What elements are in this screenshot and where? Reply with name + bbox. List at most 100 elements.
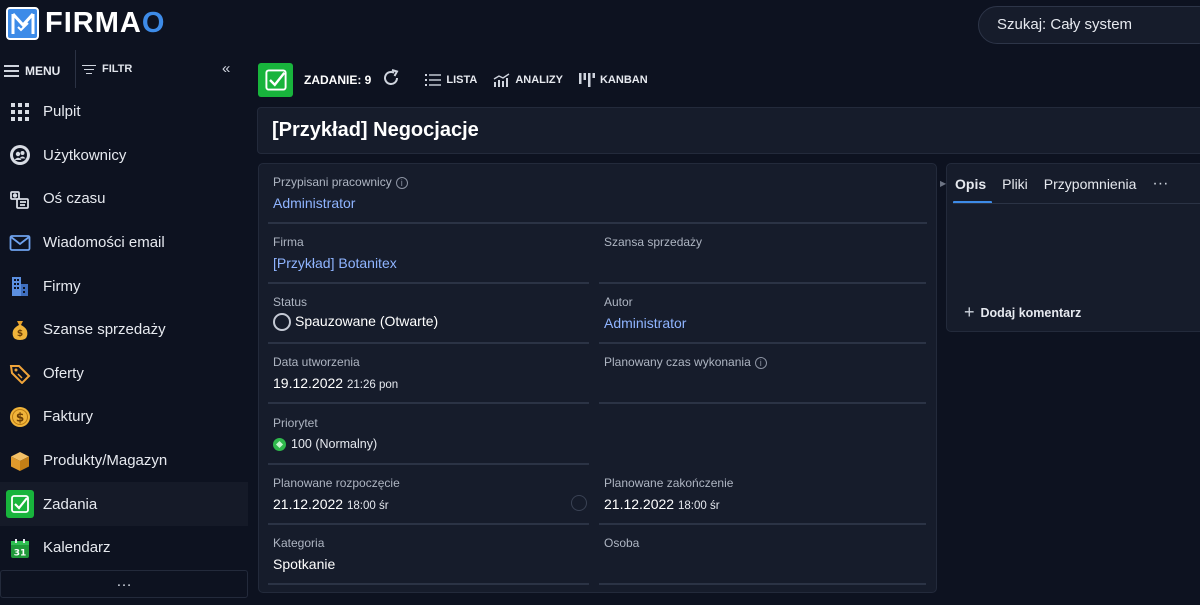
sidebar-item-label: Pulpit <box>43 103 81 121</box>
analytics-button[interactable]: ANALIZY <box>493 73 563 87</box>
created-date-field: Data utworzenia 19.12.2022 21:26 pon <box>268 344 589 404</box>
hamburger-icon <box>4 62 19 80</box>
task-number-title: ZADANIE: 9 <box>304 73 372 87</box>
field-underline <box>599 583 926 585</box>
sidebar-item-uzytkownicy[interactable]: Użytkownicy <box>0 134 248 178</box>
sidebar-item-oferty[interactable]: Oferty <box>0 352 248 396</box>
tab-przypomnienia[interactable]: Przypomnienia <box>1042 164 1139 204</box>
sidebar-item-szanse-sprzedazy[interactable]: $ Szanse sprzedaży <box>0 308 248 352</box>
search-input[interactable]: Szukaj: Cały system <box>978 6 1200 44</box>
users-icon <box>8 143 32 167</box>
planned-end-field[interactable]: Planowane zakończenie 21.12.2022 18:00 ś… <box>599 465 926 525</box>
menu-button[interactable]: MENU <box>4 62 60 80</box>
kanban-button[interactable]: KANBAN <box>578 73 648 87</box>
checkbox-icon <box>6 490 34 519</box>
status-value[interactable]: Spauzowane (Otwarte) <box>273 313 438 332</box>
filter-icon <box>82 62 96 77</box>
tab-pliki[interactable]: Pliki <box>1000 164 1030 204</box>
dashboard-grid-icon <box>8 100 32 124</box>
alarm-clock-icon[interactable] <box>571 495 587 511</box>
money-bag-icon: $ <box>8 318 32 342</box>
top-bar: FIRMAO Szukaj: Cały system <box>0 0 1200 48</box>
category-value[interactable]: Spotkanie <box>273 556 335 572</box>
logo-mark-icon <box>6 7 39 40</box>
planned-start-value[interactable]: 21.12.2022 18:00 śr <box>273 496 389 512</box>
tab-opis[interactable]: Opis <box>953 164 993 204</box>
info-icon[interactable]: i <box>395 176 408 189</box>
panel-tabs: Opis Pliki Przypomnienia ··· <box>953 164 1168 204</box>
field-label: Data utworzenia <box>273 355 360 369</box>
sidebar-item-zadania[interactable]: Zadania <box>0 482 248 526</box>
field-label: Planowane rozpoczęcie <box>273 476 400 490</box>
sidebar-item-label: Kalendarz <box>43 539 111 557</box>
refresh-icon[interactable] <box>381 68 401 93</box>
add-comment-button[interactable]: + Dodaj komentarz <box>964 302 1081 323</box>
svg-text:$: $ <box>16 410 24 424</box>
collapse-sidebar-icon[interactable]: « <box>222 60 230 77</box>
planned-start-field[interactable]: Planowane rozpoczęcie 21.12.2022 18:00 ś… <box>268 465 589 525</box>
building-icon <box>8 274 32 298</box>
sidebar-item-kalendarz[interactable]: 31 Kalendarz <box>0 526 248 570</box>
sidebar-item-pulpit[interactable]: Pulpit <box>0 90 248 134</box>
box-icon <box>8 449 32 473</box>
created-date-value: 19.12.2022 21:26 pon <box>273 375 399 391</box>
email-icon <box>8 231 32 255</box>
category-field[interactable]: Kategoria Spotkanie <box>268 525 589 585</box>
assigned-employees-value[interactable]: Administrator <box>273 195 355 211</box>
firmao-logo[interactable]: FIRMAO <box>6 7 165 40</box>
planned-end-value[interactable]: 21.12.2022 18:00 śr <box>604 496 720 512</box>
field-label: Planowany czas wykonania i <box>604 355 767 369</box>
tag-icon <box>8 361 32 385</box>
menu-label: MENU <box>25 64 61 78</box>
field-label: Kategoria <box>273 536 325 550</box>
assigned-employees-field[interactable]: Przypisani pracownicy i Administrator <box>268 164 927 224</box>
sidebar-item-label: Oferty <box>43 364 84 382</box>
list-icon <box>425 73 442 87</box>
info-icon[interactable]: i <box>754 356 767 369</box>
list-label: LISTA <box>446 74 478 86</box>
planned-duration-field[interactable]: Planowany czas wykonania i <box>599 344 926 404</box>
field-underline <box>268 583 589 585</box>
field-label: Przypisani pracownicy i <box>273 175 408 189</box>
toolbar: ZADANIE: 9 LISTA ANALIZY KANBAN <box>258 63 648 97</box>
sidebar-more-button[interactable]: … <box>0 570 248 598</box>
field-label: Szansa sprzedaży <box>604 235 703 249</box>
field-label: Planowane zakończenie <box>604 476 734 490</box>
sidebar-item-label: Oś czasu <box>43 190 106 208</box>
priority-field[interactable]: Priorytet 100 (Normalny) <box>268 405 589 465</box>
author-value[interactable]: Administrator <box>604 315 686 331</box>
sidebar-item-label: Firmy <box>43 277 81 295</box>
list-view-button[interactable]: LISTA <box>425 73 477 87</box>
sales-opportunity-field[interactable]: Szansa sprzedaży <box>599 224 926 284</box>
filter-label: FILTR <box>102 63 133 76</box>
kanban-label: KANBAN <box>599 74 648 86</box>
author-field[interactable]: Autor Administrator <box>599 284 926 344</box>
sidebar-item-wiadomosci-email[interactable]: Wiadomości email <box>0 221 248 265</box>
sidebar-item-label: Zadania <box>43 495 98 513</box>
details-side-panel: Opis Pliki Przypomnienia ··· + Dodaj kom… <box>946 163 1200 332</box>
priority-value[interactable]: 100 (Normalny) <box>273 437 377 452</box>
sidebar-item-os-czasu[interactable]: Oś czasu <box>0 177 248 221</box>
sidebar-item-faktury[interactable]: $ Faktury <box>0 395 248 439</box>
plus-icon: + <box>964 302 975 322</box>
task-details-form: Przypisani pracownicy i Administrator Fir… <box>258 163 937 593</box>
timeline-icon <box>8 187 32 211</box>
more-tabs-icon[interactable]: ··· <box>1152 175 1168 193</box>
priority-icon <box>273 438 286 452</box>
sidebar-item-label: Faktury <box>43 408 94 426</box>
filter-button[interactable]: FILTR <box>82 62 132 77</box>
company-field[interactable]: Firma [Przykład] Botanitex <box>268 224 589 284</box>
add-comment-label: Dodaj komentarz <box>980 305 1082 320</box>
svg-text:31: 31 <box>14 548 27 558</box>
dollar-coin-icon: $ <box>8 405 32 429</box>
logo-text: FIRMAO <box>45 7 166 39</box>
task-checkbox-icon[interactable] <box>258 63 293 97</box>
sidebar-item-firmy[interactable]: Firmy <box>0 264 248 308</box>
status-field[interactable]: Status Spauzowane (Otwarte) <box>268 284 589 344</box>
person-field[interactable]: Osoba <box>599 525 926 585</box>
analytics-label: ANALIZY <box>515 74 563 86</box>
status-circle-icon <box>273 313 291 332</box>
company-value[interactable]: [Przykład] Botanitex <box>273 255 397 271</box>
kanban-icon <box>578 73 595 87</box>
sidebar-item-produkty-magazyn[interactable]: Produkty/Magazyn <box>0 439 248 483</box>
